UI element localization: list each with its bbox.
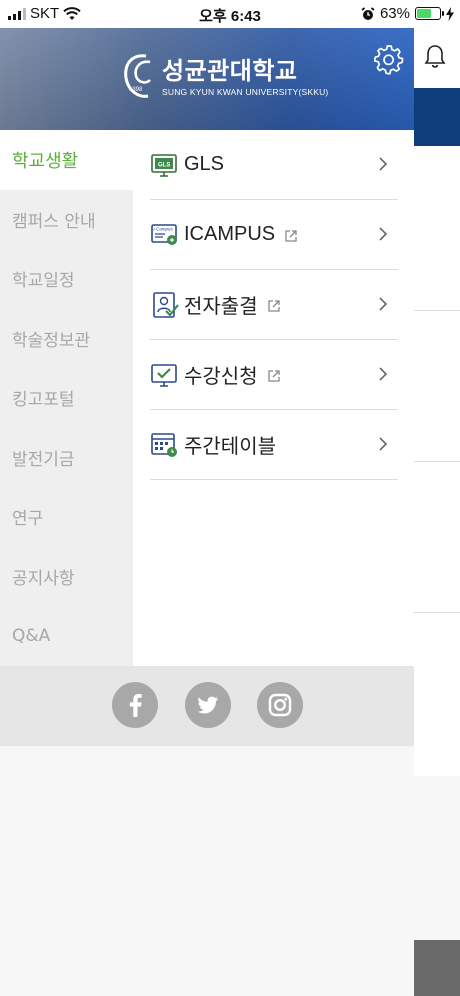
submenu-item-gls[interactable]: GLS GLS bbox=[150, 130, 398, 200]
battery-percent: 63% bbox=[379, 5, 410, 22]
sidebar-item-school-life[interactable]: 학교생활 bbox=[0, 130, 133, 190]
status-right: 63% bbox=[361, 5, 454, 22]
external-link-icon bbox=[267, 369, 280, 382]
course-registration-icon bbox=[151, 363, 177, 387]
weekly-table-icon bbox=[151, 432, 177, 457]
submenu-label: 수강신청 bbox=[184, 366, 258, 388]
logo-title: 성균관대학교 bbox=[162, 57, 298, 85]
logo-subtitle: SUNG KYUN KWAN UNIVERSITY(SKKU) bbox=[162, 87, 329, 97]
logo-text: 성균관대학교 SUNG KYUN KWAN UNIVERSITY(SKKU) bbox=[162, 57, 328, 97]
logo-seal-icon: 1398 bbox=[124, 54, 151, 98]
instagram-icon[interactable] bbox=[257, 682, 303, 728]
external-link-icon bbox=[267, 299, 280, 312]
gear-icon[interactable] bbox=[373, 43, 405, 75]
sidebar-item-library[interactable]: 학술정보관 bbox=[0, 309, 133, 369]
sidebar-item-qna[interactable]: Q&A bbox=[0, 606, 133, 666]
attendance-icon bbox=[153, 291, 179, 318]
sidebar-item-development-fund[interactable]: 발전기금 bbox=[0, 428, 133, 488]
background-banner bbox=[414, 88, 460, 146]
social-links bbox=[0, 666, 414, 746]
facebook-icon[interactable] bbox=[112, 682, 158, 728]
background-content bbox=[414, 28, 460, 776]
battery-icon bbox=[415, 7, 444, 20]
background-bottom-bar bbox=[414, 940, 460, 996]
alarm-icon bbox=[361, 6, 375, 20]
gls-monitor-icon: GLS bbox=[151, 153, 177, 177]
charging-icon bbox=[446, 6, 454, 21]
submenu-label: ICAMPUS bbox=[184, 223, 276, 245]
status-bar: SKT 오후 6:43 63% bbox=[0, 0, 460, 28]
submenu-list: GLS GLS i-Campus ICAMPUS 전자출결 수강신청 주간테이블 bbox=[133, 130, 414, 666]
sidebar-item-campus-guide[interactable]: 캠퍼스 안내 bbox=[0, 190, 133, 250]
sidebar-item-kingo-portal[interactable]: 킹고포털 bbox=[0, 368, 133, 428]
sidebar-item-research[interactable]: 연구 bbox=[0, 487, 133, 547]
submenu-label: 전자출결 bbox=[184, 296, 258, 318]
drawer-header: 1398 성균관대학교 SUNG KYUN KWAN UNIVERSITY(SK… bbox=[0, 28, 414, 130]
logo-year: 1398 bbox=[129, 87, 143, 93]
svg-text:GLS: GLS bbox=[158, 162, 170, 168]
bell-icon[interactable] bbox=[424, 43, 446, 69]
icampus-icon: i-Campus bbox=[151, 223, 177, 245]
twitter-icon[interactable] bbox=[185, 682, 231, 728]
submenu-item-icampus[interactable]: i-Campus ICAMPUS bbox=[150, 200, 398, 270]
external-link-icon bbox=[285, 229, 297, 242]
university-logo[interactable]: 1398 성균관대학교 SUNG KYUN KWAN UNIVERSITY(SK… bbox=[122, 52, 328, 102]
submenu-item-attendance[interactable]: 전자출결 bbox=[150, 270, 398, 340]
submenu-label: GLS bbox=[184, 153, 225, 175]
sidebar-item-school-schedule[interactable]: 학교일정 bbox=[0, 249, 133, 309]
submenu-item-weekly-table[interactable]: 주간테이블 bbox=[150, 410, 398, 480]
submenu-item-course-registration[interactable]: 수강신청 bbox=[150, 340, 398, 410]
chevron-right-icon bbox=[379, 367, 388, 381]
chevron-right-icon bbox=[379, 297, 388, 311]
sidebar-item-notices[interactable]: 공지사항 bbox=[0, 547, 133, 607]
chevron-right-icon bbox=[379, 157, 388, 171]
chevron-right-icon bbox=[379, 227, 388, 241]
submenu-label: 주간테이블 bbox=[184, 436, 276, 458]
svg-text:i-Campus: i-Campus bbox=[154, 226, 174, 231]
chevron-right-icon bbox=[379, 437, 388, 451]
category-sidebar: 학교생활 캠퍼스 안내 학교일정 학술정보관 킹고포털 발전기금 연구 공지사항… bbox=[0, 130, 133, 666]
